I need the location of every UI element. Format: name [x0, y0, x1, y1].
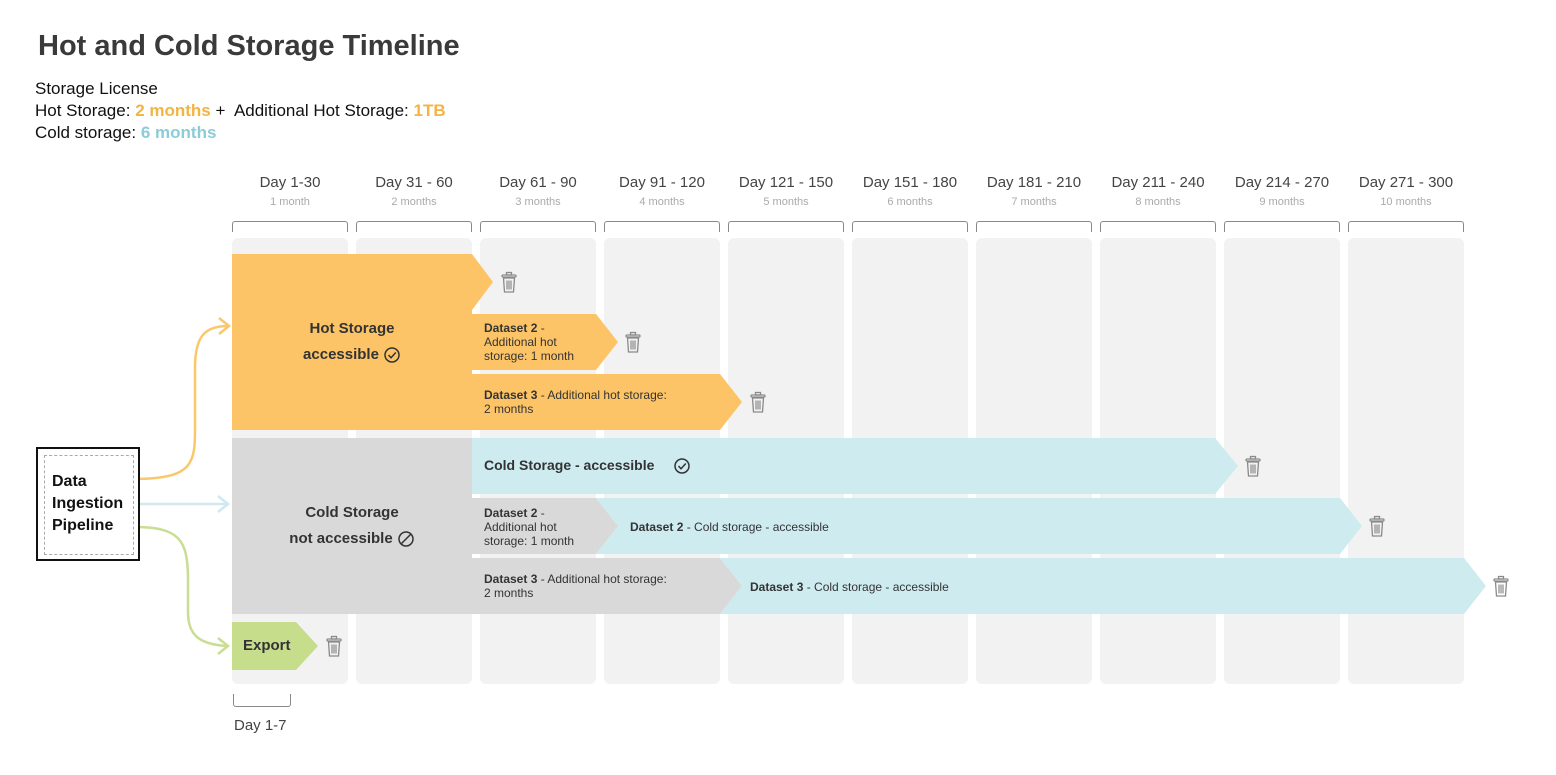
dataset3-hot-label: Dataset 3 - Additional hot storage: 2 mo… [484, 388, 667, 416]
trash-icon[interactable] [501, 271, 517, 293]
trash-icon[interactable] [750, 391, 766, 413]
pipeline-label: Data Ingestion Pipeline [52, 473, 124, 534]
dataset2-cold-gray-label: Dataset 2 - Additional hot storage: 1 mo… [484, 506, 575, 548]
dataset2-cold-label: Dataset 2 - Cold storage - accessible [630, 520, 829, 534]
cold-storage-label: Cold Storage not accessible [289, 504, 399, 547]
timeline-diagram [133, 254, 1509, 670]
export-bracket [233, 694, 291, 707]
hot-storage-label: Hot Storage accessible [303, 320, 395, 363]
dataset3-cold-label: Dataset 3 - Cold storage - accessible [750, 580, 949, 594]
trash-icon[interactable] [326, 635, 342, 657]
hot-connector [133, 324, 229, 481]
trash-icon[interactable] [625, 331, 641, 353]
trash-icon[interactable] [1245, 455, 1261, 477]
cold-storage-accessible-label: Cold Storage - accessible [484, 457, 655, 473]
trash-icon[interactable] [1369, 515, 1385, 537]
dataset3-cold-gray-label: Dataset 3 - Additional hot storage: 2 mo… [484, 572, 667, 600]
export-label: Export [243, 637, 291, 654]
export-caption: Day 1-7 [234, 717, 287, 734]
dataset2-hot-label: Dataset 2 - Additional hot storage: 1 mo… [484, 321, 575, 363]
trash-icon[interactable] [1493, 575, 1509, 597]
export-connector [133, 525, 227, 648]
